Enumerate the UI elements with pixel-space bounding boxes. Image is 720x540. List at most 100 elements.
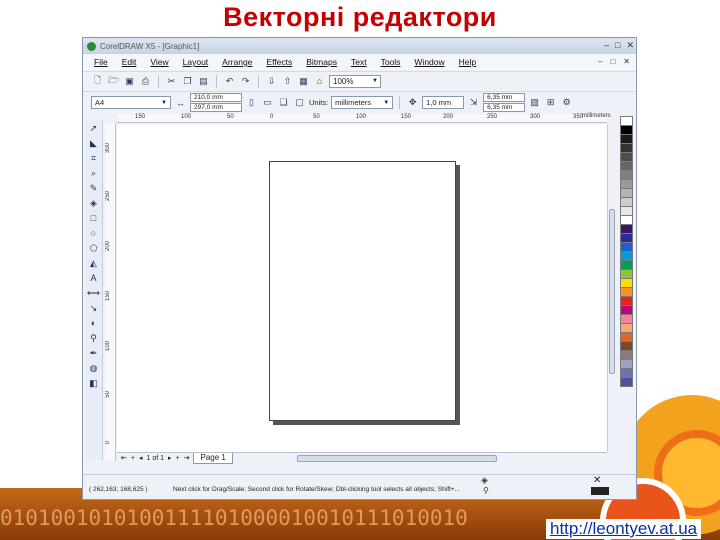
menu-arrange[interactable]: Arrange [215, 57, 259, 67]
menu-bitmaps[interactable]: Bitmaps [299, 57, 344, 67]
menu-effects[interactable]: Effects [259, 57, 299, 67]
parallel-dimension-tool-icon[interactable]: ⟷ [87, 287, 101, 299]
site-url-link[interactable]: http://leontyev.at.ua [546, 519, 702, 539]
standard-toolbar: 🗋 🗁 ▣ ⎙ ✂ ❐ ▤ ↶ ↷ ⇩ ⇧ ▦ ⌂ 100% ▼ [83, 71, 636, 90]
paste-icon[interactable]: ▤ [197, 75, 210, 88]
import-icon[interactable]: ⇩ [265, 75, 278, 88]
outline-pen-tool-icon[interactable]: ✒ [87, 347, 101, 359]
horizontal-ruler[interactable]: 150 100 50 0 50 100 150 200 250 300 350 … [117, 113, 611, 123]
units-select[interactable]: millimeters ▼ [331, 96, 394, 109]
page-height-field[interactable]: 297,0 mm [190, 103, 242, 112]
add-page-after-icon[interactable]: + [176, 455, 180, 462]
redo-icon[interactable]: ↷ [239, 75, 252, 88]
menu-tools[interactable]: Tools [374, 57, 408, 67]
separator [258, 74, 259, 88]
app-launcher-icon[interactable]: ▦ [297, 75, 310, 88]
fill-indicator-icon[interactable]: ◈ [481, 475, 488, 486]
cut-icon[interactable]: ✂ [165, 75, 178, 88]
no-fill-icon[interactable]: ✕ [593, 475, 601, 486]
close-icon[interactable]: ✕ [626, 40, 634, 51]
eyedropper-tool-icon[interactable]: ⚲ [87, 332, 101, 344]
dup-y-field[interactable]: 6,35 mm [483, 103, 526, 112]
ruler-tick: 300 [105, 143, 111, 154]
tab-page-1[interactable]: Page 1 [193, 452, 233, 464]
menu-window[interactable]: Window [407, 57, 451, 67]
options-icon[interactable]: ⚙ [560, 96, 573, 109]
current-page-icon[interactable]: ▢ [293, 96, 306, 109]
add-page-before-icon[interactable]: + [131, 455, 135, 462]
landscape-icon[interactable]: ▭ [261, 96, 274, 109]
copy-icon[interactable]: ❐ [181, 75, 194, 88]
blend-tool-icon[interactable]: ◐ [87, 317, 101, 329]
zoom-level-select[interactable]: 100% ▼ [329, 74, 381, 88]
fill-tool-icon[interactable]: ◍ [87, 362, 101, 374]
last-page-icon[interactable]: ⇥ [184, 454, 190, 462]
vertical-ruler[interactable]: 300 250 200 150 100 50 0 [105, 123, 116, 461]
ellipse-tool-icon[interactable]: ○ [87, 227, 101, 239]
shape-tool-icon[interactable]: ◣ [87, 137, 101, 149]
text-tool-icon[interactable]: A [87, 272, 101, 284]
menu-view[interactable]: View [143, 57, 175, 67]
all-pages-icon[interactable]: ❏ [277, 96, 290, 109]
interactive-fill-tool-icon[interactable]: ◧ [87, 377, 101, 389]
open-icon[interactable]: 🗁 [107, 75, 120, 88]
first-page-icon[interactable]: ⇤ [121, 454, 127, 462]
nudge-icon: ✥ [408, 97, 417, 107]
paper-size-value: A4 [95, 98, 105, 107]
property-bar: A4 ▼ ↔ 210,0 mm 297,0 mm ▯ ▭ ❏ ▢ Units: … [83, 91, 636, 113]
title-bar: CorelDRAW X5 - [Graphic1] – □ ✕ [83, 38, 636, 54]
zoom-tool-icon[interactable]: ⌕ [87, 167, 101, 179]
doc-close-icon[interactable]: ✕ [623, 57, 630, 66]
page-dimensions: 210,0 mm 297,0 mm [190, 93, 242, 112]
ruler-tick: 250 [487, 114, 498, 120]
print-icon[interactable]: ⎙ [139, 75, 152, 88]
menu-text[interactable]: Text [344, 57, 374, 67]
drawing-canvas[interactable] [117, 124, 607, 452]
menu-layout[interactable]: Layout [176, 57, 216, 67]
separator [399, 96, 401, 109]
undo-icon[interactable]: ↶ [223, 75, 236, 88]
welcome-icon[interactable]: ⌂ [313, 75, 326, 88]
duplicate-distance-icon: ⇲ [469, 97, 478, 107]
binary-decoration-text: 0101001010100111101000010010111010010 [0, 506, 468, 530]
horizontal-scroll-thumb[interactable] [296, 454, 497, 462]
snap-icon[interactable]: ⊞ [544, 96, 557, 109]
chevron-down-icon: ▼ [383, 99, 390, 106]
color-swatch[interactable] [620, 377, 633, 387]
next-page-icon[interactable]: ▸ [168, 454, 172, 462]
portrait-icon[interactable]: ▯ [245, 96, 258, 109]
vertical-scroll-thumb[interactable] [609, 209, 615, 374]
ruler-tick: 100 [181, 114, 192, 120]
nudge-field[interactable]: 1,0 mm [422, 96, 465, 109]
ruler-tick: 200 [105, 241, 111, 252]
app-logo-icon [87, 41, 96, 51]
rectangle-tool-icon[interactable]: □ [87, 212, 101, 224]
smart-fill-tool-icon[interactable]: ◈ [87, 197, 101, 209]
menu-file[interactable]: File [87, 57, 115, 67]
vertical-scrollbar[interactable] [607, 124, 616, 452]
pick-tool-icon[interactable]: ➚ [87, 122, 101, 134]
outline-color-swatch[interactable] [591, 487, 609, 495]
prev-page-icon[interactable]: ◂ [139, 454, 143, 462]
outline-indicator-icon[interactable]: ⚲ [483, 486, 489, 495]
menu-help[interactable]: Help [452, 57, 483, 67]
ruler-tick: 300 [530, 114, 541, 120]
doc-minimize-icon[interactable]: – [598, 57, 602, 66]
doc-restore-icon[interactable]: □ [610, 57, 615, 66]
polygon-tool-icon[interactable]: ⬠ [87, 242, 101, 254]
save-icon[interactable]: ▣ [123, 75, 136, 88]
page-width-field[interactable]: 210,0 mm [190, 93, 242, 102]
minimize-icon[interactable]: – [604, 40, 609, 51]
export-icon[interactable]: ⇧ [281, 75, 294, 88]
treat-as-filled-icon[interactable]: ▨ [528, 96, 541, 109]
menu-edit[interactable]: Edit [115, 57, 144, 67]
basic-shapes-tool-icon[interactable]: ◭ [87, 257, 101, 269]
crop-tool-icon[interactable]: ⌗ [87, 152, 101, 164]
freehand-tool-icon[interactable]: ✎ [87, 182, 101, 194]
dup-x-field[interactable]: 6,35 mm [483, 93, 526, 102]
document-page[interactable] [269, 161, 456, 421]
maximize-icon[interactable]: □ [615, 40, 620, 51]
new-icon[interactable]: 🗋 [91, 75, 104, 88]
paper-size-select[interactable]: A4 ▼ [91, 96, 171, 109]
straight-connector-tool-icon[interactable]: ↘ [87, 302, 101, 314]
